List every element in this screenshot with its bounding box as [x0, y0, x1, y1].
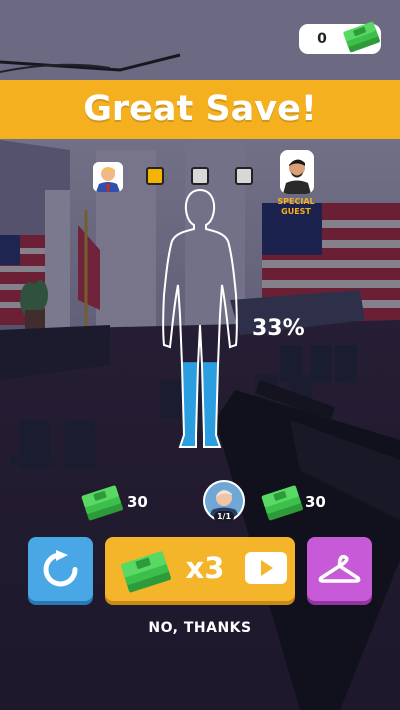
cash-stack-icon [120, 551, 171, 593]
wallet-counter: 0 [299, 21, 381, 54]
hanger-icon [318, 554, 361, 583]
unlock-percent: 33% [252, 316, 305, 341]
guest-label-line1: SPECIAL [277, 197, 315, 206]
multiplier-label: x3 [185, 551, 225, 585]
boss-count: 1/1 [214, 511, 234, 523]
hanger-button[interactable] [307, 537, 372, 601]
replay-icon [43, 550, 78, 587]
cash-stack-icon [343, 21, 380, 53]
unlock-silhouette [162, 188, 238, 448]
banner-title: Great Save! [83, 89, 317, 129]
cash-stack-icon [81, 485, 123, 521]
politician-avatar-icon [93, 162, 123, 192]
wallet-count: 0 [317, 31, 327, 47]
progress-slot-3 [235, 167, 253, 185]
special-guest-label: SPECIAL GUEST [270, 197, 322, 217]
special-guest-avatar-icon [280, 150, 314, 194]
progress-slot-2 [191, 167, 209, 185]
replay-button[interactable] [28, 537, 93, 601]
silhouette-fill [163, 362, 237, 447]
video-play-icon [245, 552, 287, 584]
no-thanks-link[interactable]: NO, THANKS [120, 620, 280, 636]
cash-stack-icon [261, 485, 303, 521]
reward-left-amount: 30 [127, 493, 148, 511]
guest-label-line2: GUEST [281, 207, 311, 216]
reward-right-amount: 30 [305, 493, 326, 511]
progress-slot-1 [146, 167, 164, 185]
